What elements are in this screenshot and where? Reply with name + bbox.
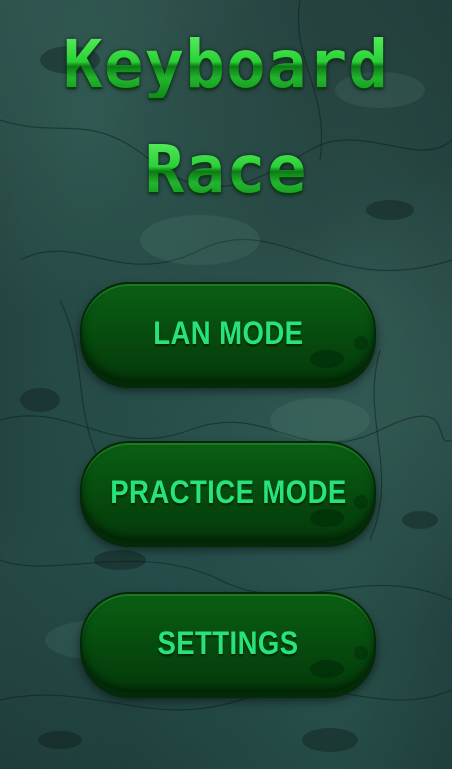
game-title-line2: Race — [0, 137, 452, 203]
practice-mode-label: PRACTICE MODE — [109, 473, 347, 510]
lan-mode-label: LAN MODE — [152, 314, 304, 351]
button-shine-blob-small — [354, 495, 368, 509]
settings-label: SETTINGS — [157, 624, 299, 661]
button-shine-blob — [310, 509, 344, 527]
button-shine-blob — [310, 660, 344, 678]
main-menu-screen: { "title": { "line1": "Keyboard", "line2… — [0, 0, 452, 769]
practice-mode-button[interactable]: PRACTICE MODE — [80, 441, 376, 543]
button-shine-blob-small — [354, 646, 368, 660]
button-shine-blob — [310, 350, 344, 368]
lan-mode-button[interactable]: LAN MODE — [80, 282, 376, 384]
settings-button[interactable]: SETTINGS — [80, 592, 376, 694]
button-shine-blob-small — [354, 336, 368, 350]
game-title-line1: Keyboard — [0, 32, 452, 98]
